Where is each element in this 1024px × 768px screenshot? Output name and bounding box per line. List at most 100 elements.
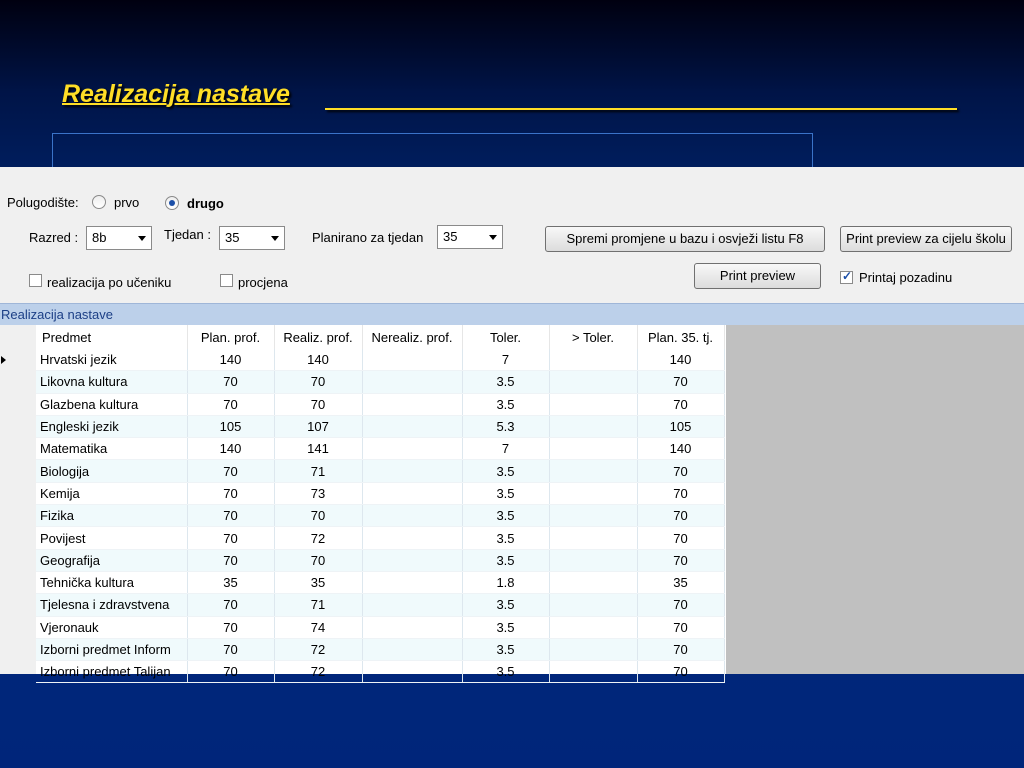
realizacija-table[interactable]: Predmet Plan. prof. Realiz. prof. Nereal… bbox=[36, 325, 725, 684]
table-row[interactable]: Glazbena kultura 70 70 3.5 70 bbox=[36, 393, 725, 416]
column-header[interactable]: Nerealiz. prof. bbox=[362, 325, 463, 349]
table-row[interactable]: Fizika 70 70 3.5 70 bbox=[36, 504, 725, 528]
table-cell[interactable] bbox=[362, 526, 463, 550]
table-row[interactable]: Tehnička kultura 35 35 1.8 35 bbox=[36, 571, 725, 595]
table-cell[interactable]: Glazbena kultura bbox=[36, 393, 188, 416]
table-row[interactable]: Kemija 70 73 3.5 70 bbox=[36, 482, 725, 506]
table-cell[interactable]: 70 bbox=[637, 459, 725, 483]
table-cell[interactable]: 107 bbox=[274, 415, 363, 439]
column-header[interactable]: Predmet bbox=[36, 325, 188, 349]
realizacija-po-uceniku-label[interactable]: realizacija po učeniku bbox=[47, 275, 171, 290]
table-cell[interactable] bbox=[362, 415, 463, 439]
table-cell[interactable]: 72 bbox=[274, 660, 363, 684]
table-cell[interactable] bbox=[549, 482, 638, 506]
table-cell[interactable] bbox=[549, 393, 638, 416]
table-cell[interactable]: 72 bbox=[274, 526, 363, 550]
table-row[interactable]: Izborni predmet Talijan 70 72 3.5 70 bbox=[36, 660, 725, 684]
table-cell[interactable]: 105 bbox=[637, 415, 725, 439]
table-cell[interactable] bbox=[549, 415, 638, 439]
table-cell[interactable]: Fizika bbox=[36, 504, 188, 528]
save-refresh-button[interactable]: Spremi promjene u bazu i osvježi listu F… bbox=[545, 226, 825, 252]
table-cell[interactable] bbox=[362, 549, 463, 572]
table-cell[interactable]: 74 bbox=[274, 616, 363, 639]
table-cell[interactable]: 35 bbox=[274, 571, 363, 595]
table-row[interactable]: Likovna kultura 70 70 3.5 70 bbox=[36, 370, 725, 394]
table-cell[interactable] bbox=[362, 593, 463, 617]
table-cell[interactable]: Izborni predmet Talijan bbox=[36, 660, 188, 684]
table-cell[interactable]: 3.5 bbox=[462, 638, 550, 662]
table-cell[interactable]: 70 bbox=[274, 504, 363, 528]
table-cell[interactable]: 70 bbox=[637, 370, 725, 394]
table-cell[interactable]: 140 bbox=[187, 349, 275, 372]
planirano-select[interactable]: 35 bbox=[437, 225, 503, 249]
table-cell[interactable]: 3.5 bbox=[462, 593, 550, 617]
table-cell[interactable]: 3.5 bbox=[462, 616, 550, 639]
procjena-label[interactable]: procjena bbox=[238, 275, 288, 290]
table-cell[interactable] bbox=[362, 571, 463, 595]
table-row[interactable]: Tjelesna i zdravstvena 70 71 3.5 70 bbox=[36, 593, 725, 617]
table-cell[interactable] bbox=[549, 504, 638, 528]
table-cell[interactable] bbox=[362, 482, 463, 506]
realizacija-po-uceniku-checkbox[interactable] bbox=[29, 274, 42, 287]
table-cell[interactable]: 35 bbox=[637, 571, 725, 595]
table-cell[interactable]: Izborni predmet Inform bbox=[36, 638, 188, 662]
table-row[interactable]: Matematika 140 141 7 140 bbox=[36, 437, 725, 461]
printaj-pozadinu-checkbox[interactable] bbox=[840, 269, 853, 284]
table-row[interactable]: Hrvatski jezik 140 140 7 140 bbox=[36, 349, 725, 372]
table-cell[interactable] bbox=[549, 616, 638, 639]
table-cell[interactable]: 3.5 bbox=[462, 370, 550, 394]
table-cell[interactable]: 70 bbox=[637, 393, 725, 416]
table-cell[interactable]: 3.5 bbox=[462, 526, 550, 550]
table-cell[interactable]: Vjeronauk bbox=[36, 616, 188, 639]
table-cell[interactable]: 3.5 bbox=[462, 549, 550, 572]
table-cell[interactable]: 70 bbox=[187, 549, 275, 572]
column-header[interactable]: Toler. bbox=[462, 325, 550, 349]
tjedan-select[interactable]: 35 bbox=[219, 226, 285, 250]
table-row[interactable]: Biologija 70 71 3.5 70 bbox=[36, 459, 725, 483]
table-cell[interactable]: 7 bbox=[462, 349, 550, 372]
table-cell[interactable]: 70 bbox=[637, 504, 725, 528]
table-cell[interactable] bbox=[362, 638, 463, 662]
table-row[interactable]: Geografija 70 70 3.5 70 bbox=[36, 549, 725, 572]
table-cell[interactable]: 70 bbox=[637, 549, 725, 572]
table-cell[interactable] bbox=[549, 571, 638, 595]
table-cell[interactable] bbox=[362, 459, 463, 483]
table-cell[interactable]: 70 bbox=[187, 526, 275, 550]
table-cell[interactable]: 3.5 bbox=[462, 660, 550, 684]
table-cell[interactable]: Geografija bbox=[36, 549, 188, 572]
table-cell[interactable]: 70 bbox=[637, 593, 725, 617]
table-cell[interactable] bbox=[362, 660, 463, 684]
table-row[interactable]: Engleski jezik 105 107 5.3 105 bbox=[36, 415, 725, 439]
table-cell[interactable]: 70 bbox=[187, 616, 275, 639]
table-row[interactable]: Vjeronauk 70 74 3.5 70 bbox=[36, 616, 725, 639]
column-header[interactable]: Plan. 35. tj. bbox=[637, 325, 725, 349]
table-cell[interactable] bbox=[362, 370, 463, 394]
radio-drugo[interactable] bbox=[165, 196, 179, 210]
table-row[interactable]: Povijest 70 72 3.5 70 bbox=[36, 526, 725, 550]
table-cell[interactable]: 70 bbox=[187, 504, 275, 528]
table-cell[interactable]: 71 bbox=[274, 459, 363, 483]
table-cell[interactable] bbox=[549, 370, 638, 394]
print-preview-school-button[interactable]: Print preview za cijelu školu bbox=[840, 226, 1012, 252]
print-preview-button[interactable]: Print preview bbox=[694, 263, 821, 289]
table-cell[interactable] bbox=[549, 593, 638, 617]
table-cell[interactable]: 70 bbox=[187, 459, 275, 483]
table-cell[interactable]: Biologija bbox=[36, 459, 188, 483]
razred-select[interactable]: 8b bbox=[86, 226, 152, 250]
table-cell[interactable] bbox=[362, 393, 463, 416]
table-cell[interactable]: 7 bbox=[462, 437, 550, 461]
radio-drugo-label[interactable]: drugo bbox=[187, 196, 224, 211]
table-cell[interactable]: 105 bbox=[187, 415, 275, 439]
table-cell[interactable]: Matematika bbox=[36, 437, 188, 461]
table-cell[interactable]: 70 bbox=[637, 638, 725, 662]
column-header[interactable]: Realiz. prof. bbox=[274, 325, 363, 349]
table-cell[interactable]: 35 bbox=[187, 571, 275, 595]
table-cell[interactable]: 70 bbox=[187, 638, 275, 662]
radio-prvo-label[interactable]: prvo bbox=[114, 195, 139, 210]
table-cell[interactable]: 5.3 bbox=[462, 415, 550, 439]
table-cell[interactable]: 3.5 bbox=[462, 459, 550, 483]
table-cell[interactable]: 70 bbox=[187, 593, 275, 617]
table-cell[interactable]: 73 bbox=[274, 482, 363, 506]
table-cell[interactable] bbox=[549, 437, 638, 461]
table-cell[interactable]: 72 bbox=[274, 638, 363, 662]
